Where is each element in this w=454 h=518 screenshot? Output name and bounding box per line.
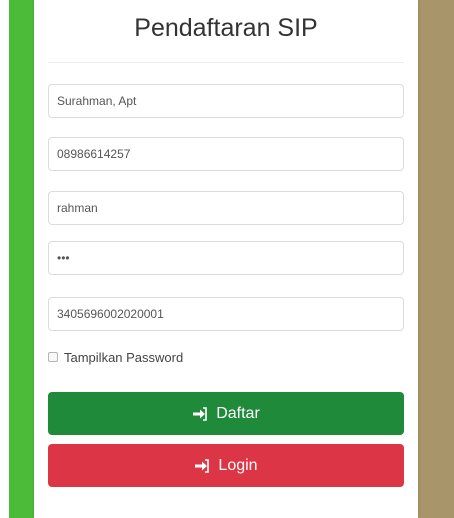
registration-card: Pendaftaran SIP Surahman, Apt 0898661425… (34, 0, 418, 518)
name-field[interactable]: Surahman, Apt (48, 84, 404, 118)
login-button[interactable]: Login (48, 444, 404, 487)
nik-field[interactable]: 3405696002020001 (48, 297, 404, 331)
page-title: Pendaftaran SIP (134, 14, 318, 42)
left-accent-strip (9, 0, 34, 518)
daftar-button[interactable]: Daftar (48, 392, 404, 435)
sign-in-icon (195, 458, 210, 473)
login-label: Login (218, 456, 258, 474)
right-background-strip (418, 0, 454, 518)
title-divider (48, 62, 404, 63)
phone-field[interactable]: 08986614257 (48, 137, 404, 171)
background-left (0, 0, 9, 518)
show-password-toggle[interactable]: Tampilkan Password (48, 349, 183, 365)
show-password-checkbox[interactable] (48, 352, 58, 362)
daftar-label: Daftar (216, 404, 260, 422)
username-field[interactable]: rahman (48, 191, 404, 225)
password-field[interactable]: ••• (48, 241, 404, 275)
sign-in-icon (193, 406, 208, 421)
show-password-label: Tampilkan Password (64, 349, 184, 365)
